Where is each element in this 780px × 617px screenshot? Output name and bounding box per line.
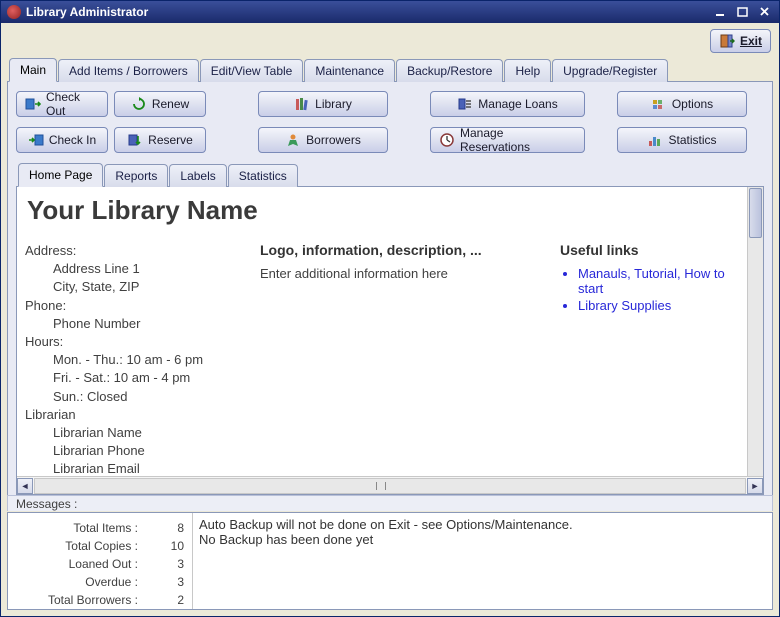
- app-icon: [7, 5, 21, 19]
- tab-main[interactable]: Main: [9, 58, 57, 82]
- home-panel: Your Library Name Address: Address Line …: [16, 187, 764, 495]
- main-tab-body: Check Out Renew Library Manage Loans Opt…: [7, 82, 773, 504]
- options-label: Options: [672, 97, 713, 111]
- messages-text: Auto Backup will not be done on Exit - s…: [193, 513, 772, 609]
- checkin-icon: [28, 132, 44, 148]
- description-column: Logo, information, description, ... Ente…: [260, 242, 540, 476]
- subtab-home[interactable]: Home Page: [18, 163, 103, 187]
- messages-label: Messages :: [7, 495, 773, 511]
- exit-label: Exit: [740, 34, 762, 48]
- link-supplies[interactable]: Library Supplies: [578, 298, 671, 313]
- phone-value: Phone Number: [25, 315, 240, 333]
- renew-button[interactable]: Renew: [114, 91, 206, 117]
- options-button[interactable]: Options: [617, 91, 747, 117]
- links-heading: Useful links: [560, 242, 745, 258]
- clock-icon: [439, 132, 455, 148]
- main-tabstrip: Main Add Items / Borrowers Edit/View Tab…: [7, 57, 773, 82]
- library-button[interactable]: Library: [258, 91, 388, 117]
- tab-help[interactable]: Help: [504, 59, 551, 82]
- librarian-label: Librarian: [25, 406, 240, 424]
- scroll-right-button[interactable]: ►: [747, 478, 763, 494]
- maximize-button[interactable]: [733, 4, 753, 20]
- reserve-icon: [127, 132, 143, 148]
- renew-icon: [131, 96, 147, 112]
- description-heading: Logo, information, description, ...: [260, 242, 540, 258]
- total-items-value: 8: [144, 519, 184, 537]
- renew-label: Renew: [152, 97, 189, 111]
- address-line2: City, State, ZIP: [25, 278, 240, 296]
- exit-button[interactable]: Exit: [710, 29, 771, 53]
- window-title: Library Administrator: [26, 5, 148, 19]
- phone-label: Phone:: [25, 297, 240, 315]
- chart-icon: [647, 132, 663, 148]
- address-label: Address:: [25, 242, 240, 260]
- checkin-button[interactable]: Check In: [16, 127, 108, 153]
- minimize-button[interactable]: [711, 4, 731, 20]
- loaned-out-value: 3: [144, 555, 184, 573]
- hours-label: Hours:: [25, 333, 240, 351]
- person-icon: [285, 132, 301, 148]
- hours-2: Fri. - Sat.: 10 am - 4 pm: [25, 369, 240, 387]
- link-manuals[interactable]: Manauls, Tutorial, How to start: [578, 266, 725, 296]
- total-borrowers-value: 2: [144, 591, 184, 609]
- subtab-statistics[interactable]: Statistics: [228, 164, 298, 187]
- hours-1: Mon. - Thu.: 10 am - 6 pm: [25, 351, 240, 369]
- library-label: Library: [315, 97, 352, 111]
- manage-reservations-button[interactable]: Manage Reservations: [430, 127, 585, 153]
- description-text: Enter additional information here: [260, 266, 540, 281]
- address-line1: Address Line 1: [25, 260, 240, 278]
- librarian-phone: Librarian Phone: [25, 442, 240, 460]
- subtab-labels[interactable]: Labels: [169, 164, 226, 187]
- borrowers-label: Borrowers: [306, 133, 361, 147]
- subtab-reports[interactable]: Reports: [104, 164, 168, 187]
- total-borrowers-label: Total Borrowers :: [12, 591, 138, 609]
- checkout-label: Check Out: [46, 90, 99, 118]
- links-column: Useful links Manauls, Tutorial, How to s…: [560, 242, 745, 476]
- manage-loans-button[interactable]: Manage Loans: [430, 91, 585, 117]
- checkout-button[interactable]: Check Out: [16, 91, 108, 117]
- reserve-label: Reserve: [148, 133, 193, 147]
- vertical-scrollbar[interactable]: [747, 187, 763, 476]
- close-button[interactable]: [755, 4, 775, 20]
- library-name-heading: Your Library Name: [27, 195, 745, 226]
- reserve-button[interactable]: Reserve: [114, 127, 206, 153]
- tab-maintenance[interactable]: Maintenance: [304, 59, 395, 82]
- tab-backup-restore[interactable]: Backup/Restore: [396, 59, 503, 82]
- tab-upgrade-register[interactable]: Upgrade/Register: [552, 59, 668, 82]
- door-icon: [719, 33, 735, 49]
- statistics-button[interactable]: Statistics: [617, 127, 747, 153]
- checkin-label: Check In: [49, 133, 96, 147]
- librarian-email: Librarian Email: [25, 460, 240, 476]
- homepage-content: Your Library Name Address: Address Line …: [17, 187, 763, 476]
- titlebar: Library Administrator: [1, 1, 779, 23]
- manage-loans-label: Manage Loans: [478, 97, 557, 111]
- bottom-panel: Total Items : 8 Total Copies : 10 Loaned O…: [7, 512, 773, 610]
- statistics-label: Statistics: [668, 133, 716, 147]
- books-icon: [294, 96, 310, 112]
- total-items-label: Total Items :: [12, 519, 138, 537]
- tab-add-items[interactable]: Add Items / Borrowers: [58, 59, 199, 82]
- horizontal-scrollbar[interactable]: ◄ ►: [17, 476, 763, 494]
- loaned-out-label: Loaned Out :: [12, 555, 138, 573]
- stats-panel: Total Items : 8 Total Copies : 10 Loaned O…: [8, 513, 193, 609]
- overdue-value: 3: [144, 573, 184, 591]
- overdue-label: Overdue :: [12, 573, 138, 591]
- info-column: Address: Address Line 1 City, State, ZIP…: [25, 242, 240, 476]
- total-copies-label: Total Copies :: [12, 537, 138, 555]
- total-copies-value: 10: [144, 537, 184, 555]
- hours-3: Sun.: Closed: [25, 388, 240, 406]
- options-icon: [651, 96, 667, 112]
- tab-edit-view[interactable]: Edit/View Table: [200, 59, 304, 82]
- manage-reservations-label: Manage Reservations: [460, 126, 576, 154]
- borrowers-button[interactable]: Borrowers: [258, 127, 388, 153]
- scroll-left-button[interactable]: ◄: [17, 478, 33, 494]
- librarian-name: Librarian Name: [25, 424, 240, 442]
- loans-icon: [457, 96, 473, 112]
- sub-tabstrip: Home Page Reports Labels Statistics: [16, 162, 764, 187]
- checkout-icon: [25, 96, 41, 112]
